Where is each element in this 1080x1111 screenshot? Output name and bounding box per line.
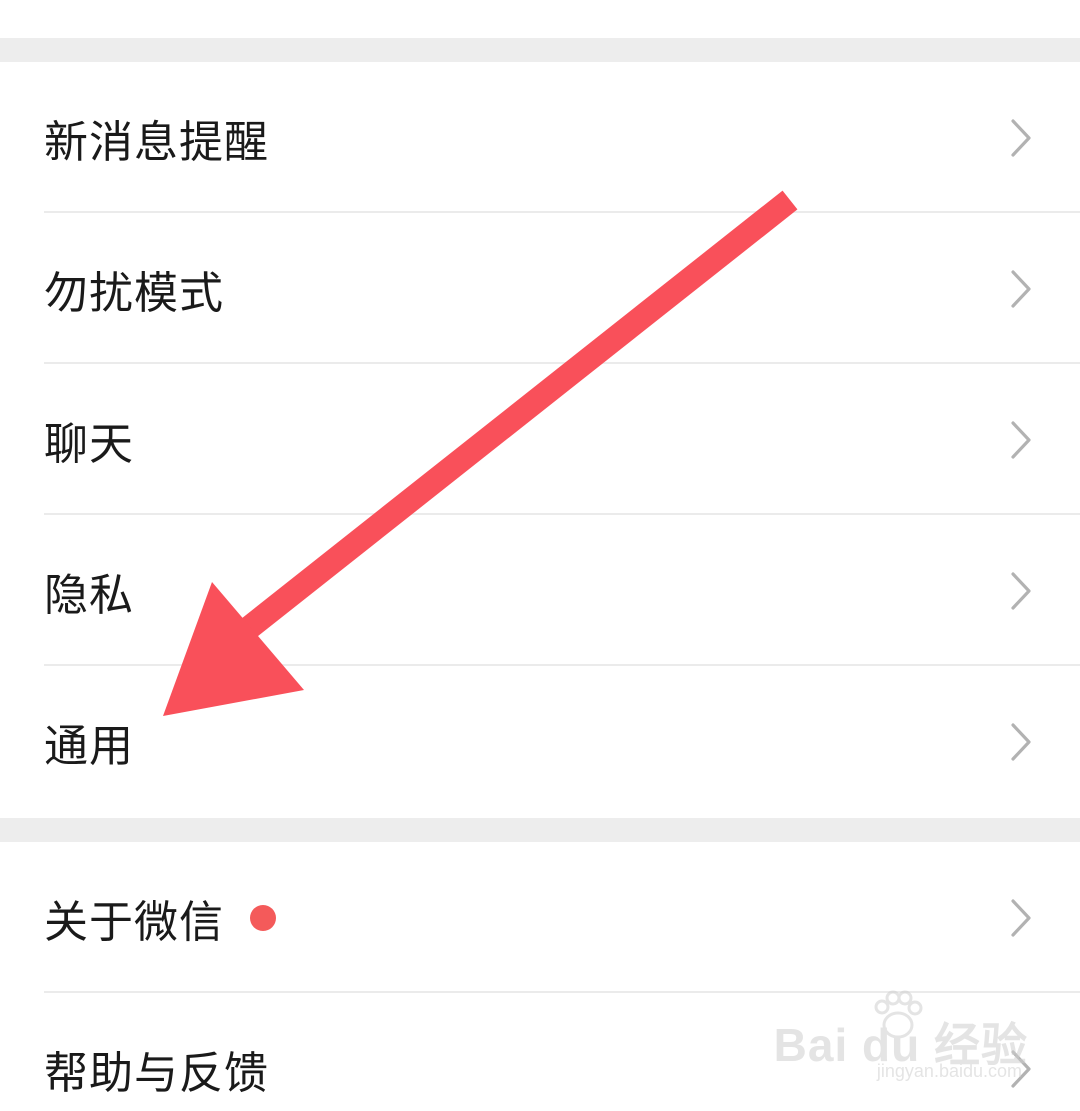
section-gap bbox=[0, 38, 1080, 62]
settings-group-about: 关于微信 帮助与反馈 bbox=[0, 842, 1080, 1111]
top-area bbox=[0, 0, 1080, 38]
section-gap bbox=[0, 818, 1080, 842]
chevron-right-icon bbox=[1011, 723, 1031, 761]
chevron-right-icon bbox=[1011, 571, 1031, 610]
chevron-right-icon bbox=[1011, 420, 1031, 459]
settings-page: 新消息提醒 勿扰模式 聊天 隐私 通用 关于微信 帮助与反馈 Bai du 经验… bbox=[0, 0, 1080, 1111]
chevron-right-icon bbox=[1011, 1049, 1031, 1088]
settings-item-privacy[interactable]: 隐私 bbox=[0, 515, 1080, 666]
about-wechat-label: 关于微信 bbox=[44, 896, 224, 948]
settings-item-label: 勿扰模式 bbox=[44, 267, 224, 319]
settings-item-about-wechat[interactable]: 关于微信 bbox=[0, 842, 1080, 993]
chevron-right-icon bbox=[1011, 898, 1031, 937]
settings-item-label: 隐私 bbox=[44, 569, 134, 621]
settings-item-chat[interactable]: 聊天 bbox=[0, 364, 1080, 515]
settings-item-label: 聊天 bbox=[44, 418, 134, 470]
settings-group-main: 新消息提醒 勿扰模式 聊天 隐私 通用 bbox=[0, 62, 1080, 818]
settings-item-label: 关于微信 bbox=[44, 886, 276, 950]
settings-item-general[interactable]: 通用 bbox=[0, 666, 1080, 818]
settings-item-label: 帮助与反馈 bbox=[44, 1047, 269, 1099]
settings-item-label: 新消息提醒 bbox=[44, 116, 269, 168]
new-badge-dot bbox=[250, 904, 276, 931]
settings-item-label: 通用 bbox=[44, 721, 134, 772]
chevron-right-icon bbox=[1011, 269, 1031, 308]
settings-item-do-not-disturb[interactable]: 勿扰模式 bbox=[0, 213, 1080, 364]
settings-item-new-message-alerts[interactable]: 新消息提醒 bbox=[0, 62, 1080, 213]
chevron-right-icon bbox=[1011, 118, 1031, 157]
settings-item-help-feedback[interactable]: 帮助与反馈 bbox=[0, 993, 1080, 1111]
